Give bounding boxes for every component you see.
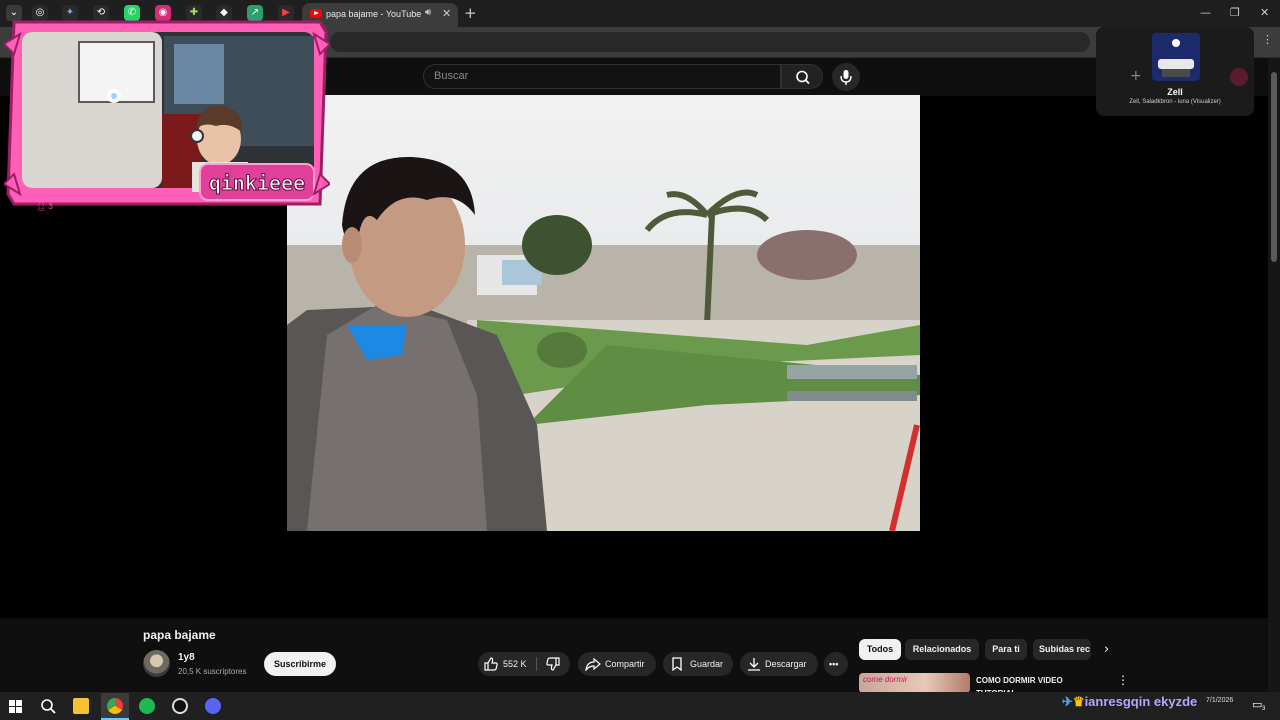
taskbar-date[interactable]: 7/1/2026 <box>1206 696 1233 705</box>
bookmark-icon <box>672 657 682 671</box>
windows-start-icon[interactable] <box>9 700 22 713</box>
search-input[interactable]: Buscar <box>423 64 781 89</box>
discord-icon[interactable] <box>205 698 221 714</box>
close-icon[interactable]: ✕ <box>442 7 451 20</box>
search-button[interactable] <box>781 64 823 89</box>
related-video-thumbnail[interactable]: come dormir <box>859 673 970 693</box>
plus-icon: + <box>1130 68 1142 84</box>
video-frame <box>287 95 920 531</box>
video-title: papa bajame <box>143 628 216 642</box>
chip-subidas-recientes[interactable]: Subidas rec <box>1033 639 1091 660</box>
more-horizontal-icon: ••• <box>829 659 839 669</box>
browser-menu-icon[interactable]: ⋮ <box>1262 33 1273 46</box>
share-icon <box>585 657 601 671</box>
minimize-icon[interactable]: — <box>1200 6 1211 19</box>
crown-icon: ♛ <box>1072 694 1085 709</box>
video-player[interactable] <box>287 95 920 531</box>
subscribe-button[interactable]: Suscribirme <box>264 652 336 676</box>
webcam-overlay: qinkieee <box>2 14 332 210</box>
webcam-name: qinkieee <box>209 171 305 195</box>
like-icon[interactable] <box>484 657 498 671</box>
chip-para-ti[interactable]: Para ti <box>985 639 1027 660</box>
search-icon <box>796 70 810 85</box>
search-placeholder: Buscar <box>434 70 469 82</box>
viewer-count: 👤︎ 3 <box>36 202 53 211</box>
download-icon <box>748 658 760 671</box>
save-label: Guardar <box>690 659 724 669</box>
like-divider <box>536 657 537 671</box>
window-close-icon[interactable]: ✕ <box>1260 6 1269 19</box>
dislike-icon[interactable] <box>546 657 560 671</box>
share-label: Compartir <box>605 659 645 669</box>
microphone-icon <box>840 70 852 85</box>
download-label: Descargar <box>765 659 807 669</box>
active-tab-title: papa bajame - YouTube <box>326 9 422 19</box>
notification-icon[interactable]: ▭ <box>1252 698 1262 711</box>
chevron-right-icon[interactable]: › <box>1104 642 1109 657</box>
more-actions-button[interactable]: ••• <box>824 652 848 676</box>
channel-name[interactable]: 1y8 <box>178 652 195 663</box>
chat-text: ianresgqin ekyzde <box>1084 694 1198 709</box>
related-thumb-text: come dormir <box>863 675 908 684</box>
viewer-person-icon: 👤︎ <box>36 202 49 211</box>
save-button[interactable]: Guardar <box>663 652 733 676</box>
chat-overlay: ✈♛ianresgqin ekyzde <box>1062 694 1197 710</box>
scrollbar-thumb[interactable] <box>1271 72 1277 262</box>
download-button[interactable]: Descargar <box>740 652 818 676</box>
pin-icon: ✈ <box>1062 694 1073 709</box>
obs-icon[interactable] <box>172 698 188 714</box>
like-dislike-group: 552 K <box>478 652 570 676</box>
viewer-count-value: 3 <box>48 202 53 211</box>
track-artist: Zell <box>1167 87 1183 97</box>
spotify-icon[interactable] <box>139 698 155 714</box>
chip-todos[interactable]: Todos <box>859 639 901 660</box>
avatar[interactable] <box>143 650 170 677</box>
voice-search-button[interactable] <box>832 63 860 91</box>
notification-count: 3 <box>1262 706 1266 712</box>
share-button[interactable]: Compartir <box>578 652 656 676</box>
chrome-icon[interactable] <box>107 698 123 714</box>
search-icon[interactable] <box>40 698 56 719</box>
chip-relacionados[interactable]: Relacionados <box>905 639 979 660</box>
widget-close-icon[interactable] <box>1230 68 1248 86</box>
track-title: Zell, Saladkbron - luna (Visualizer) <box>1129 99 1221 105</box>
subscriber-count: 20,5 K suscriptores <box>178 667 247 676</box>
plus-icon[interactable]: + <box>464 4 477 22</box>
speaker-icon[interactable]: 🔊︎ <box>425 7 431 18</box>
more-vertical-icon[interactable]: ⋮ <box>1117 673 1129 687</box>
webcam-frame: qinkieee <box>2 20 332 206</box>
address-bar[interactable] <box>330 32 1090 52</box>
like-count[interactable]: 552 K <box>503 652 527 676</box>
album-art <box>1152 33 1200 81</box>
file-explorer-icon[interactable] <box>73 698 89 714</box>
restore-icon[interactable]: ❐ <box>1230 6 1240 19</box>
